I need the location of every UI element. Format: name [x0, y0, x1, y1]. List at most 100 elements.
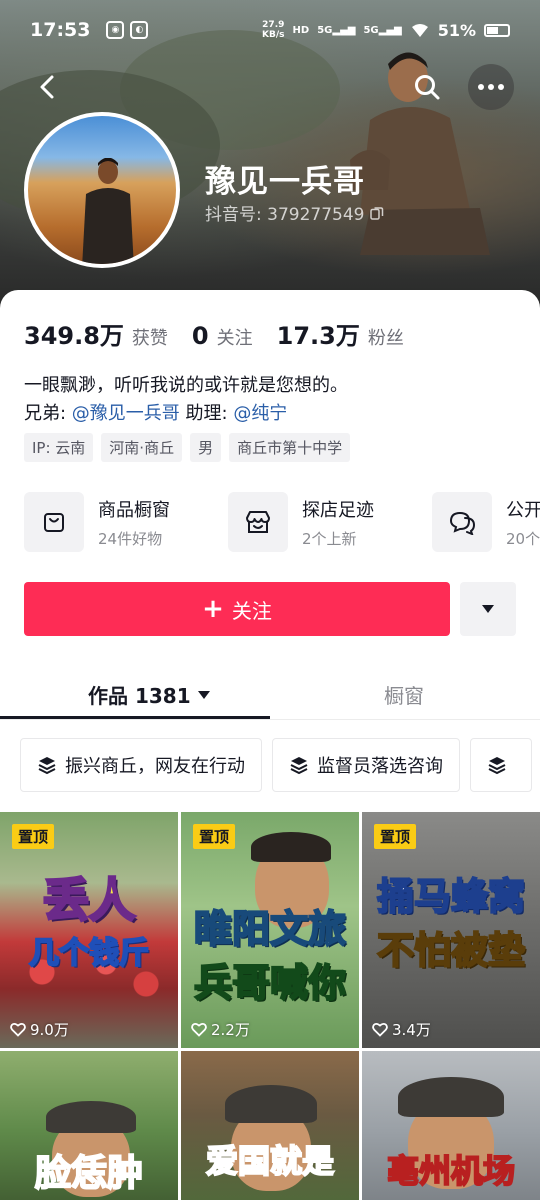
profile-name: 豫见一兵哥 [205, 164, 365, 200]
wifi-icon [411, 24, 428, 37]
search-button[interactable] [404, 64, 450, 110]
video-title: 爱国就是 [205, 1142, 335, 1180]
video-title: 丢人 [42, 873, 137, 927]
shopping-bag-icon [24, 492, 84, 552]
hair-image [251, 832, 331, 862]
gender-tag: 男 [190, 433, 222, 462]
caret-down-icon [197, 690, 210, 699]
recommend-dropdown-button[interactable] [460, 582, 516, 636]
like-count: 2.2万 [191, 1019, 250, 1040]
collection-label: 振兴商丘，网友在行动 [65, 756, 245, 777]
bio-mentions: 兄弟: @豫见一兵哥 助理: @纯宁 [24, 400, 348, 428]
chevron-left-icon [40, 75, 54, 99]
like-count: 9.0万 [10, 1019, 69, 1040]
public-groups-count: 20个 [506, 529, 540, 548]
notification-app-icon: ◐ [130, 21, 149, 39]
video-title: 捅马蜂窝 [376, 875, 526, 918]
shop-window-entry[interactable]: 商品橱窗 24件好物 [24, 492, 228, 552]
followers-count[interactable]: 17.3万 [277, 316, 360, 351]
douyin-id[interactable]: 抖音号: 379277549 [205, 200, 384, 225]
cap-image [398, 1077, 504, 1117]
collections-row: 振兴商丘，网友在行动 监督员落选咨询 [20, 738, 540, 792]
collection-chip[interactable] [470, 738, 532, 792]
heart-outline-icon [191, 1022, 207, 1037]
followers-label[interactable]: 粉丝 [368, 324, 404, 350]
like-count-value: 3.4万 [392, 1021, 431, 1039]
heart-outline-icon [372, 1022, 388, 1037]
signal-label: 5G [317, 24, 333, 36]
collection-chip[interactable]: 监督员落选咨询 [272, 738, 460, 792]
shop-window-count: 24件好物 [98, 529, 163, 548]
public-groups-entry[interactable]: 公开 20个 [432, 492, 540, 552]
avatar[interactable] [24, 112, 180, 268]
more-dots-icon [478, 84, 504, 90]
net-speed-unit: KB/s [262, 30, 285, 40]
notification-app-icon: ◉ [106, 21, 125, 39]
video-thumbnail[interactable]: 脸恁肿 [0, 1051, 178, 1200]
shop-window-title: 商品橱窗 [98, 499, 170, 521]
pinned-badge: 置顶 [374, 824, 417, 849]
tab-works-label: 作品 1381 [88, 684, 191, 708]
battery-icon [484, 23, 510, 37]
video-thumbnail[interactable]: 爱国就是 [181, 1051, 359, 1200]
store-visits-count: 2个上新 [302, 529, 357, 548]
status-bar: 17:53 ◉ ◐ 27.9 KB/s HD 5G▂▄▆ 5G▂▄▆ 51% [0, 0, 540, 60]
profile-card: 349.8万 获赞 0 关注 17.3万 粉丝 一眼飘渺，听听我说的或许就是您想… [0, 290, 540, 1200]
hd-icon: HD [292, 24, 310, 36]
battery-percent: 51% [437, 20, 476, 40]
more-button[interactable] [468, 64, 514, 110]
status-time: 17:53 [30, 19, 91, 41]
assistant-mention-link[interactable]: @纯宁 [233, 403, 287, 424]
region-tag: 河南·商丘 [101, 433, 183, 462]
video-subtitle: 不怕被垫 [376, 929, 526, 972]
video-title: 睢阳文旅 [193, 907, 347, 951]
back-button[interactable] [24, 64, 70, 110]
likes-count: 349.8万 [24, 322, 124, 350]
following-count[interactable]: 0 [192, 322, 209, 350]
caret-down-icon [482, 605, 494, 613]
public-groups-title: 公开 [506, 499, 540, 521]
like-count: 3.4万 [372, 1019, 431, 1040]
video-title: 脸恁肿 [34, 1153, 144, 1194]
video-thumbnail[interactable]: 置顶 睢阳文旅 兵哥喊你 2.2万 [181, 812, 359, 1048]
tab-shop-window[interactable]: 橱窗 [384, 680, 424, 709]
follow-label: 关注 [231, 598, 272, 623]
chat-bubbles-icon [432, 492, 492, 552]
bio-line: 一眼飘渺，听听我说的或许就是您想的。 [24, 375, 348, 396]
net-speed: 27.9 KB/s [262, 20, 284, 40]
collection-label: 监督员落选咨询 [317, 756, 443, 777]
layers-icon [38, 757, 56, 775]
store-icon [228, 492, 288, 552]
signal-icon: 5G▂▄▆ [363, 24, 402, 36]
video-subtitle: 兵哥喊你 [193, 961, 347, 1005]
signal-icon: 5G▂▄▆ [317, 24, 356, 36]
heart-outline-icon [10, 1022, 26, 1037]
net-speed-value: 27.9 [262, 20, 285, 30]
ip-location-tag: IP: 云南 [24, 433, 94, 462]
video-grid: 置顶 丢人 几个钱斤 9.0万 置顶 睢阳文旅 兵哥喊你 2.2万 置顶 捅马蜂… [0, 812, 540, 1200]
brother-mention-link[interactable]: @豫见一兵哥 [72, 403, 180, 424]
video-thumbnail[interactable]: 置顶 捅马蜂窝 不怕被垫 3.4万 [362, 812, 540, 1048]
school-tag[interactable]: 商丘市第十中学 [229, 433, 351, 462]
store-visits-entry[interactable]: 探店足迹 2个上新 [228, 492, 432, 552]
video-title: 亳州机场 [386, 1152, 516, 1190]
following-label[interactable]: 关注 [217, 324, 253, 350]
profile-stats: 349.8万 获赞 0 关注 17.3万 粉丝 [24, 316, 428, 351]
collection-chip[interactable]: 振兴商丘，网友在行动 [20, 738, 262, 792]
copy-icon[interactable] [370, 206, 384, 220]
store-visits-title: 探店足迹 [302, 499, 374, 521]
assistant-label: 助理: [179, 403, 234, 424]
cap-image [46, 1101, 136, 1133]
layers-icon [290, 757, 308, 775]
video-thumbnail[interactable]: 亳州机场 [362, 1051, 540, 1200]
like-count-value: 2.2万 [211, 1021, 250, 1039]
avatar-person-image [82, 158, 134, 264]
tab-works[interactable]: 作品 1381 [88, 680, 211, 709]
content-tabs: 作品 1381 橱窗 [0, 668, 540, 720]
service-entries: 商品橱窗 24件好物 探店足迹 2个上新 公开 20个 [24, 492, 540, 552]
cap-image [225, 1085, 317, 1123]
bio: 一眼飘渺，听听我说的或许就是您想的。 兄弟: @豫见一兵哥 助理: @纯宁 [24, 372, 348, 428]
active-tab-indicator [0, 716, 270, 719]
follow-button[interactable]: + 关注 [24, 582, 450, 636]
video-thumbnail[interactable]: 置顶 丢人 几个钱斤 9.0万 [0, 812, 178, 1048]
